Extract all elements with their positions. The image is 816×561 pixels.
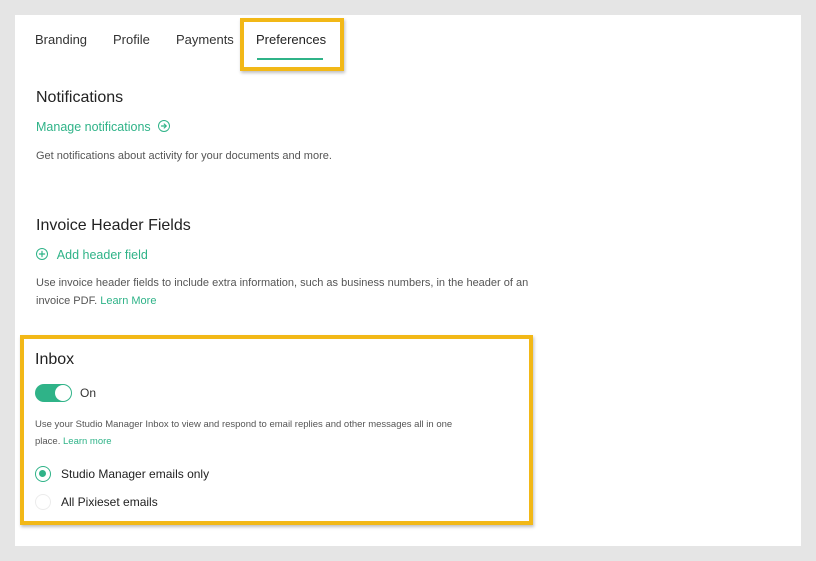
manage-notifications-label: Manage notifications [36,120,151,134]
add-header-field-link[interactable]: Add header field [36,248,148,262]
radio-studio-manager-emails[interactable] [35,466,51,482]
invoice-header-title: Invoice Header Fields [36,217,191,234]
tab-payments[interactable]: Payments [176,32,234,47]
inbox-title: Inbox [35,351,75,368]
inbox-toggle-label: On [80,386,97,400]
invoice-learn-more-link[interactable]: Learn More [100,295,156,307]
inbox-toggle[interactable] [35,384,72,402]
tab-branding[interactable]: Branding [35,32,87,47]
inbox-description: Use your Studio Manager Inbox to view an… [35,416,515,450]
radio-all-pixieset-emails[interactable] [35,494,51,510]
inbox-learn-more-link[interactable]: Learn more [63,436,112,447]
settings-panel: Branding Profile Payments Preferences No… [15,15,801,546]
toggle-knob [55,385,71,401]
inbox-description-line1: Use your Studio Manager Inbox to view an… [35,419,453,430]
notifications-title: Notifications [36,89,124,106]
inbox-description-line2: place. [35,436,61,447]
invoice-header-description-line1: Use invoice header fields to include ext… [36,277,529,289]
radio-label-studio-manager-emails[interactable]: Studio Manager emails only [61,467,209,481]
active-tab-indicator [257,58,323,60]
notifications-description: Get notifications about activity for you… [36,150,332,162]
manage-notifications-link[interactable]: Manage notifications [36,120,171,134]
arrow-right-circle-icon [158,120,171,132]
add-header-field-label: Add header field [56,248,148,262]
radio-label-all-pixieset-emails[interactable]: All Pixieset emails [61,495,158,509]
invoice-header-description: Use invoice header fields to include ext… [36,274,596,310]
plus-circle-icon [36,248,48,260]
tab-profile[interactable]: Profile [113,32,150,47]
tab-preferences[interactable]: Preferences [256,32,326,47]
invoice-header-description-line2: invoice PDF. [36,295,98,307]
